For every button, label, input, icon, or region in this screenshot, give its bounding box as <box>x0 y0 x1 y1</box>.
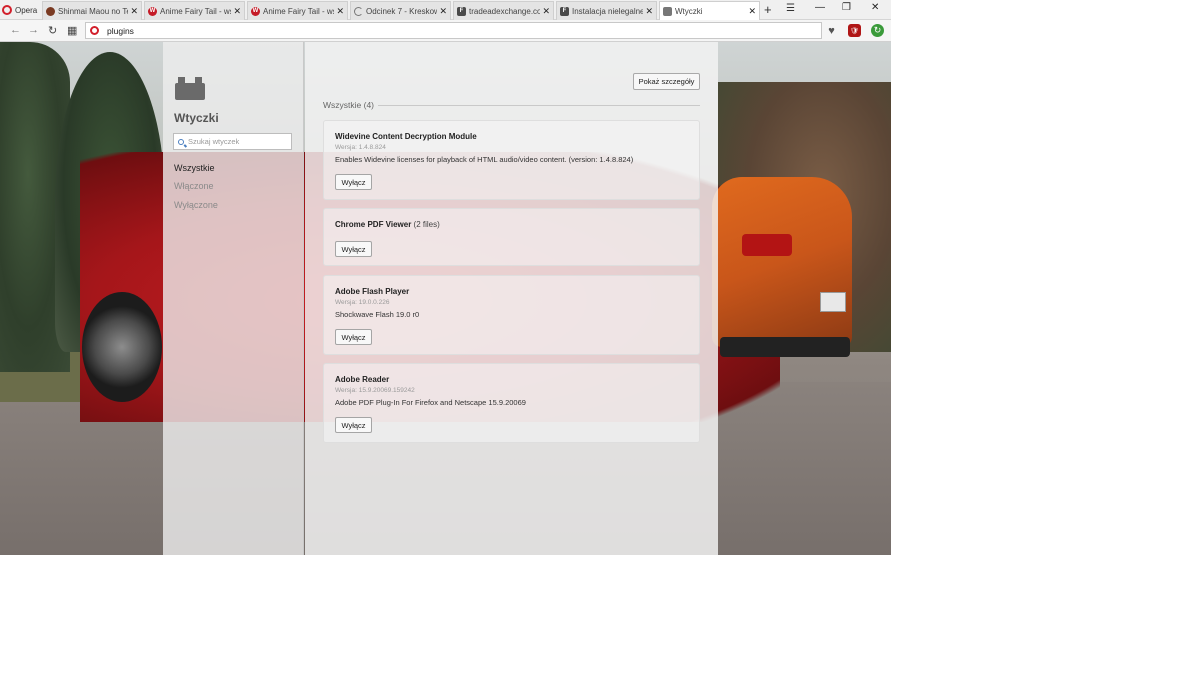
reload-icon[interactable]: ↻ <box>48 24 57 37</box>
opera-logo-icon <box>2 5 12 15</box>
opera-menu-button[interactable]: Opera <box>0 0 38 20</box>
plugin-card-flash: Adobe Flash Player Wersja: 19.0.0.226 Sh… <box>323 275 700 355</box>
page-title: Wtyczki <box>174 111 219 125</box>
close-icon[interactable]: ✕ <box>130 6 138 17</box>
plugin-card-adobe-reader: Adobe Reader Wersja: 15.9.20069.159242 A… <box>323 363 700 443</box>
sidebar-item-all[interactable]: Wszystkie <box>174 163 215 173</box>
opera-page-icon <box>90 26 99 35</box>
section-title: Wszystkie (4) <box>323 100 374 110</box>
f-favicon-icon: F <box>560 6 569 16</box>
plugin-description: Enables Widevine licenses for playback o… <box>335 155 634 164</box>
plugin-version: Wersja: 1.4.8.824 <box>335 144 386 151</box>
tab-title: Anime Fairy Tail - wsz <box>160 6 232 16</box>
forward-arrow-icon[interactable]: → <box>28 24 39 36</box>
plugin-favicon-icon <box>663 6 672 16</box>
tab-fairy-tail-2[interactable]: W Anime Fairy Tail - wsz ✕ <box>247 1 348 20</box>
close-icon[interactable]: ✕ <box>542 6 550 17</box>
tab-tradeadexchange[interactable]: F tradeadexchange.com ✕ <box>453 1 554 20</box>
tab-shinmai[interactable]: Shinmai Maou no Te ✕ <box>42 1 142 20</box>
window-close-icon[interactable]: ✕ <box>871 2 879 13</box>
plugin-name: Widevine Content Decryption Module <box>335 132 477 141</box>
url-text: plugins <box>107 25 134 36</box>
url-field[interactable]: plugins <box>85 22 822 39</box>
tab-title: Odcinek 7 - Kreskow <box>366 6 438 16</box>
search-icon <box>178 138 184 145</box>
new-tab-plus-icon[interactable]: + <box>764 2 772 17</box>
minimize-icon[interactable]: — <box>815 2 825 13</box>
plugins-sidebar: Wtyczki Szukaj wtyczek Wszystkie Włączon… <box>163 42 304 555</box>
plugin-icon <box>175 77 205 100</box>
speed-dial-grid-icon[interactable]: ▦ <box>67 24 77 37</box>
search-placeholder: Szukaj wtyczek <box>188 137 240 146</box>
plugin-version: Wersja: 15.9.20069.159242 <box>335 387 415 394</box>
plugin-name: Adobe Flash Player <box>335 287 410 296</box>
sidebar-item-enabled[interactable]: Włączone <box>174 181 214 191</box>
tab-title: Anime Fairy Tail - wsz <box>263 6 335 16</box>
tab-title: Instalacja nielegalne <box>572 6 644 16</box>
plugin-description: Shockwave Flash 19.0 r0 <box>335 310 420 319</box>
restore-icon[interactable]: ❐ <box>842 2 851 13</box>
back-arrow-icon[interactable]: ← <box>10 24 21 36</box>
search-input[interactable]: Szukaj wtyczek <box>173 133 292 150</box>
f-favicon-icon: F <box>457 6 466 16</box>
opera-menu-label: Opera <box>15 5 38 15</box>
tab-title: tradeadexchange.com <box>469 6 541 16</box>
disable-button[interactable]: Wyłącz <box>335 241 372 257</box>
sidebar-item-disabled[interactable]: Wyłączone <box>174 200 218 210</box>
show-details-button[interactable]: Pokaż szczegóły <box>633 73 700 90</box>
shinmai-favicon-icon <box>46 6 55 16</box>
stash-heart-icon[interactable]: ♥ <box>825 24 838 37</box>
loading-spinner-icon <box>354 6 363 16</box>
tab-title: Shinmai Maou no Te <box>58 6 129 16</box>
extension-update-icon[interactable]: ↻ <box>871 24 884 37</box>
w-favicon-icon: W <box>251 6 260 16</box>
disable-button[interactable]: Wyłącz <box>335 174 372 190</box>
plugin-description: Adobe PDF Plug-In For Firefox and Netsca… <box>335 398 526 407</box>
address-bar: ← → ↻ ▦ plugins ♥ 🛡 ↻ <box>0 20 891 42</box>
adblock-shield-icon[interactable]: 🛡 <box>848 24 861 37</box>
plugin-card-widevine: Widevine Content Decryption Module Wersj… <box>323 120 700 200</box>
tab-menu-icon[interactable]: ☰ <box>786 3 795 14</box>
tab-wtyczki[interactable]: Wtyczki ✕ <box>659 1 760 20</box>
tab-odcinek[interactable]: Odcinek 7 - Kreskow ✕ <box>350 1 451 20</box>
tab-bar: Opera Shinmai Maou no Te ✕ W Anime Fairy… <box>0 0 891 20</box>
w-favicon-icon: W <box>148 6 157 16</box>
tab-instalacja[interactable]: F Instalacja nielegalne ✕ <box>556 1 657 20</box>
tab-title: Wtyczki <box>675 6 703 16</box>
plugin-card-chrome-pdf: Chrome PDF Viewer (2 files) Wyłącz <box>323 208 700 266</box>
tab-fairy-tail-1[interactable]: W Anime Fairy Tail - wsz ✕ <box>144 1 245 20</box>
close-icon[interactable]: ✕ <box>748 6 756 17</box>
close-icon[interactable]: ✕ <box>233 6 241 17</box>
plugin-name: Adobe Reader <box>335 375 390 384</box>
plugin-version: Wersja: 19.0.0.226 <box>335 299 390 306</box>
disable-button[interactable]: Wyłącz <box>335 417 372 433</box>
plugin-name: Chrome PDF Viewer (2 files) <box>335 220 440 229</box>
section-divider <box>378 105 700 106</box>
close-icon[interactable]: ✕ <box>336 6 344 17</box>
close-icon[interactable]: ✕ <box>439 6 447 17</box>
disable-button[interactable]: Wyłącz <box>335 329 372 345</box>
plugins-content: Pokaż szczegóły Wszystkie (4) Widevine C… <box>305 42 718 555</box>
plugin-file-count: (2 files) <box>411 220 440 229</box>
close-icon[interactable]: ✕ <box>645 6 653 17</box>
